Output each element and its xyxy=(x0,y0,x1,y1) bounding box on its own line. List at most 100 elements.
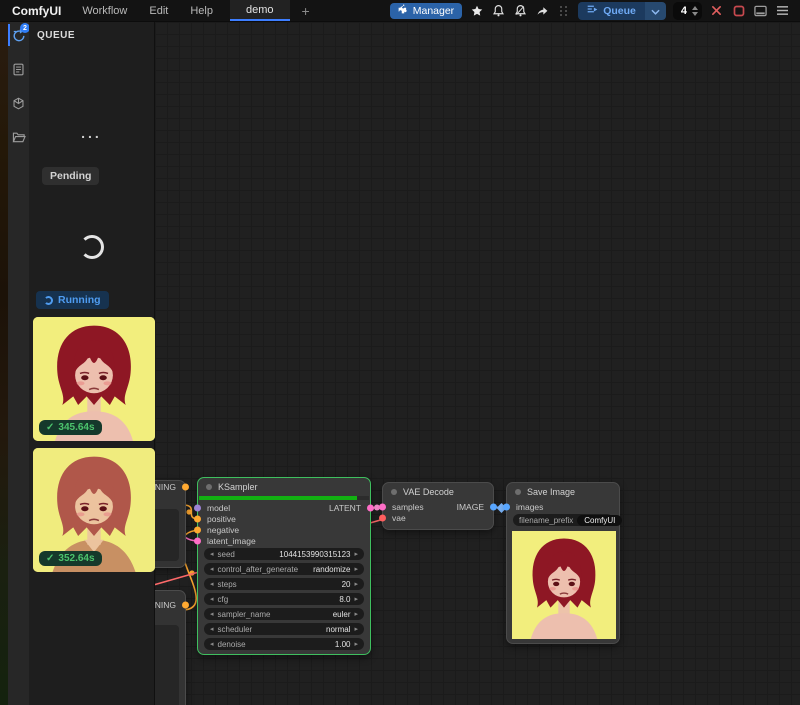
conditioning-output[interactable]: NING xyxy=(155,481,185,493)
bell-icon[interactable] xyxy=(491,3,506,18)
widget-steps[interactable]: ◂steps20▸ xyxy=(204,578,364,590)
batch-count-value: 4 xyxy=(681,5,687,17)
queue-run-button[interactable]: Queue xyxy=(578,2,645,20)
puzzle-icon xyxy=(398,4,408,17)
tab-demo[interactable]: demo xyxy=(230,0,290,21)
queue-panel-title: QUEUE xyxy=(29,22,154,47)
widget-right-arrow-icon[interactable]: ▸ xyxy=(354,595,358,603)
collapse-dot[interactable] xyxy=(391,489,397,495)
stop-icon[interactable] xyxy=(731,3,746,18)
pending-badge: Pending xyxy=(42,167,99,185)
widget-seed[interactable]: ◂seed1044153990315123▸ xyxy=(204,548,364,560)
widget-scheduler[interactable]: ◂schedulernormal▸ xyxy=(204,623,364,635)
widget-left-arrow-icon[interactable]: ◂ xyxy=(210,610,214,618)
image-port-dot[interactable] xyxy=(490,503,497,510)
negative-port-dot[interactable] xyxy=(194,526,201,533)
save-image-node[interactable]: Save Image images filename_prefix ComfyU… xyxy=(506,482,620,644)
input-positive[interactable]: positive xyxy=(198,513,370,524)
menu-edit[interactable]: Edit xyxy=(138,5,179,17)
node-header[interactable]: Save Image xyxy=(507,483,619,501)
widget-left-arrow-icon[interactable]: ◂ xyxy=(210,595,214,603)
loading-spinner xyxy=(80,235,104,259)
widget-left-arrow-icon[interactable]: ◂ xyxy=(210,640,214,648)
input-latent-image[interactable]: latent_image xyxy=(198,535,370,546)
node-header[interactable]: VAE Decode xyxy=(383,483,493,501)
clip-text-encode-negative-node[interactable]: NING xyxy=(155,590,186,705)
input-samples[interactable]: samples IMAGE xyxy=(383,501,493,512)
app-logo: ComfyUI xyxy=(0,4,71,18)
sidebar-item-queue[interactable]: 2 xyxy=(8,22,29,48)
widget-sampler_name[interactable]: ◂sampler_nameeuler▸ xyxy=(204,608,364,620)
output-image-preview[interactable] xyxy=(512,531,616,639)
bottom-panel-toggle-icon[interactable] xyxy=(753,3,768,18)
positive-port-dot[interactable] xyxy=(194,515,201,522)
share-arrow-icon[interactable] xyxy=(535,3,550,18)
widget-left-arrow-icon[interactable]: ◂ xyxy=(210,550,214,558)
cancel-run-icon[interactable] xyxy=(709,3,724,18)
widget-right-arrow-icon[interactable]: ▸ xyxy=(354,625,358,633)
conditioning-port-dot[interactable] xyxy=(182,602,189,609)
ksampler-node[interactable]: KSampler model LATENT positive negative xyxy=(197,477,371,655)
duration-badge: ✓352.64s xyxy=(39,551,102,566)
vae-decode-node[interactable]: VAE Decode samples IMAGE vae xyxy=(382,482,494,530)
sidebar-item-node-library[interactable] xyxy=(8,56,29,82)
clip-text-encode-positive-node[interactable]: NING thlor,editable xyxy=(155,480,186,568)
samples-port-dot[interactable] xyxy=(379,503,386,510)
result-thumbnail[interactable]: ✓345.64s xyxy=(33,317,155,441)
image-output-label: IMAGE xyxy=(457,502,484,512)
images-port-dot[interactable] xyxy=(503,503,510,510)
widget-left-arrow-icon[interactable]: ◂ xyxy=(210,625,214,633)
node-header[interactable]: KSampler xyxy=(198,478,370,496)
vae-port-dot[interactable] xyxy=(379,514,386,521)
collapse-dot[interactable] xyxy=(515,489,521,495)
input-images[interactable]: images xyxy=(507,501,619,512)
queue-run-icon xyxy=(587,4,598,17)
widget-cfg[interactable]: ◂cfg8.0▸ xyxy=(204,593,364,605)
batch-count-stepper[interactable]: 4 xyxy=(673,2,702,20)
widget-right-arrow-icon[interactable]: ▸ xyxy=(354,610,358,618)
menu-workflow[interactable]: Workflow xyxy=(71,5,138,17)
prompt-text-widget[interactable] xyxy=(155,625,179,705)
model-port-dot[interactable] xyxy=(194,504,201,511)
widget-right-arrow-icon[interactable]: ▸ xyxy=(354,580,358,588)
latent-output-label: LATENT xyxy=(329,503,361,513)
queue-options-button[interactable] xyxy=(645,2,666,20)
desktop-wallpaper-edge xyxy=(0,22,8,705)
node-graph-canvas[interactable]: NING thlor,editable NING KSampler xyxy=(155,22,800,705)
drag-handle-icon[interactable] xyxy=(560,6,568,16)
new-tab-button[interactable]: + xyxy=(290,3,322,19)
result-thumbnail[interactable]: ✓352.64s xyxy=(33,448,155,572)
bell-slash-icon[interactable] xyxy=(513,3,528,18)
manager-button[interactable]: Manager xyxy=(390,3,462,19)
widget-left-arrow-icon[interactable]: ◂ xyxy=(210,565,214,573)
hamburger-menu-icon[interactable] xyxy=(775,3,790,18)
latent-port-dot[interactable] xyxy=(367,504,374,511)
conditioning-output[interactable]: NING xyxy=(155,599,185,611)
widget-control_after_generate[interactable]: ◂control_after_generaterandomize▸ xyxy=(204,563,364,575)
star-icon[interactable] xyxy=(469,3,484,18)
widget-right-arrow-icon[interactable]: ▸ xyxy=(354,640,358,648)
input-model[interactable]: model LATENT xyxy=(198,502,370,513)
latent-image-port-dot[interactable] xyxy=(194,537,201,544)
input-negative[interactable]: negative xyxy=(198,524,370,535)
menu-help[interactable]: Help xyxy=(179,5,224,17)
stepper-arrows[interactable] xyxy=(692,6,698,16)
chevron-down-icon xyxy=(651,2,660,20)
duration-badge: ✓345.64s xyxy=(39,420,102,435)
widget-right-arrow-icon[interactable]: ▸ xyxy=(354,550,358,558)
sidebar-item-model-library[interactable] xyxy=(8,90,29,116)
queue-more-button[interactable]: ... xyxy=(29,125,154,141)
queue-panel: QUEUE ... Pending Running ✓345.64s ✓352.… xyxy=(29,22,155,705)
widget-denoise[interactable]: ◂denoise1.00▸ xyxy=(204,638,364,650)
filename-prefix-widget[interactable]: filename_prefix ComfyUI xyxy=(513,514,613,526)
check-icon: ✓ xyxy=(46,422,54,433)
filename-prefix-value: ComfyUI xyxy=(577,515,622,526)
sidebar-item-workflows[interactable] xyxy=(8,124,29,150)
widget-left-arrow-icon[interactable]: ◂ xyxy=(210,580,214,588)
widget-right-arrow-icon[interactable]: ▸ xyxy=(354,565,358,573)
prompt-text-widget[interactable]: thlor,editable xyxy=(155,509,179,561)
collapse-dot[interactable] xyxy=(206,484,212,490)
conditioning-port-dot[interactable] xyxy=(182,484,189,491)
input-vae[interactable]: vae xyxy=(383,512,493,523)
stepper-up-icon xyxy=(692,6,698,10)
